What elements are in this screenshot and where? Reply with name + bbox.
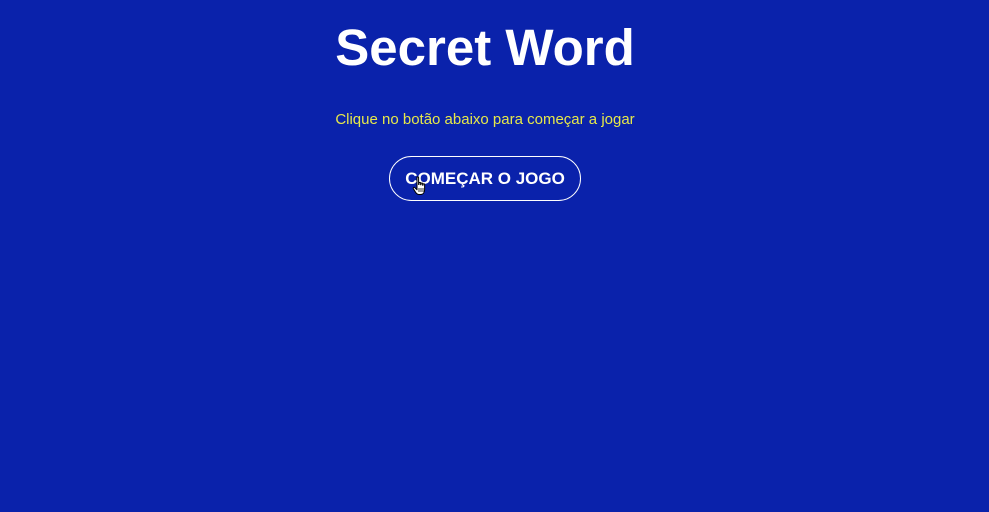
page-title: Secret Word (335, 19, 635, 76)
start-screen: Secret Word Clique no botão abaixo para … (0, 0, 989, 512)
start-game-button[interactable]: COMEÇAR O JOGO (389, 156, 581, 201)
instructions-text: Clique no botão abaixo para começar a jo… (335, 111, 635, 128)
